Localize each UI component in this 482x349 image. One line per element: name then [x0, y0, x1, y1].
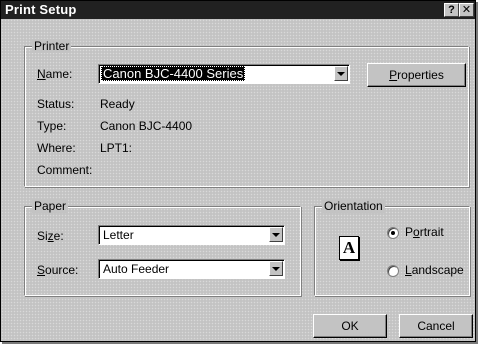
type-label: Type: [37, 119, 67, 133]
paper-source-label: Source: [37, 263, 79, 277]
printer-name-label: Name: [37, 67, 73, 81]
chevron-down-icon [272, 267, 280, 271]
properties-button[interactable]: Properties [367, 63, 466, 87]
portrait-radio[interactable] [387, 227, 399, 239]
paper-source-select[interactable]: Auto Feeder [98, 259, 285, 279]
paper-source-value: Auto Feeder [103, 262, 170, 276]
chevron-down-icon [272, 233, 280, 237]
title-bar[interactable]: Print Setup ? ✕ [1, 1, 475, 19]
type-value: Canon BJC-4400 [100, 119, 193, 133]
landscape-radio[interactable] [387, 265, 399, 277]
orientation-group: Orientation [314, 199, 470, 296]
printer-name-select[interactable]: Canon BJC-4400 Series [98, 64, 350, 84]
portrait-label[interactable]: Portrait [405, 225, 444, 239]
orientation-group-label: Orientation [322, 199, 385, 213]
printer-name-dropdown-button[interactable] [334, 66, 348, 81]
paper-size-select[interactable]: Letter [98, 225, 285, 245]
portrait-page-icon: A [339, 236, 359, 260]
paper-size-label: Size: [37, 229, 64, 243]
help-button[interactable]: ? [444, 3, 459, 17]
paper-size-dropdown-button[interactable] [269, 227, 283, 242]
landscape-label[interactable]: Landscape [405, 263, 464, 277]
cancel-button[interactable]: Cancel [399, 314, 473, 338]
close-button[interactable]: ✕ [459, 3, 474, 17]
ok-button[interactable]: OK [313, 314, 387, 338]
comment-label: Comment: [37, 163, 93, 177]
print-setup-dialog: Print Setup ? ✕ Printer Name: Canon BJC-… [0, 0, 476, 342]
window-title: Print Setup [5, 2, 77, 17]
status-label: Status: [37, 97, 75, 111]
printer-group-label: Printer [32, 39, 72, 53]
paper-group-label: Paper [32, 199, 69, 213]
paper-group: Paper [24, 199, 301, 296]
paper-size-value: Letter [103, 228, 134, 242]
where-label: Where: [37, 141, 76, 155]
status-value: Ready [100, 97, 135, 111]
printer-name-value: Canon BJC-4400 Series [101, 66, 246, 81]
paper-source-dropdown-button[interactable] [269, 261, 283, 276]
where-value: LPT1: [100, 141, 133, 155]
chevron-down-icon [337, 72, 345, 76]
